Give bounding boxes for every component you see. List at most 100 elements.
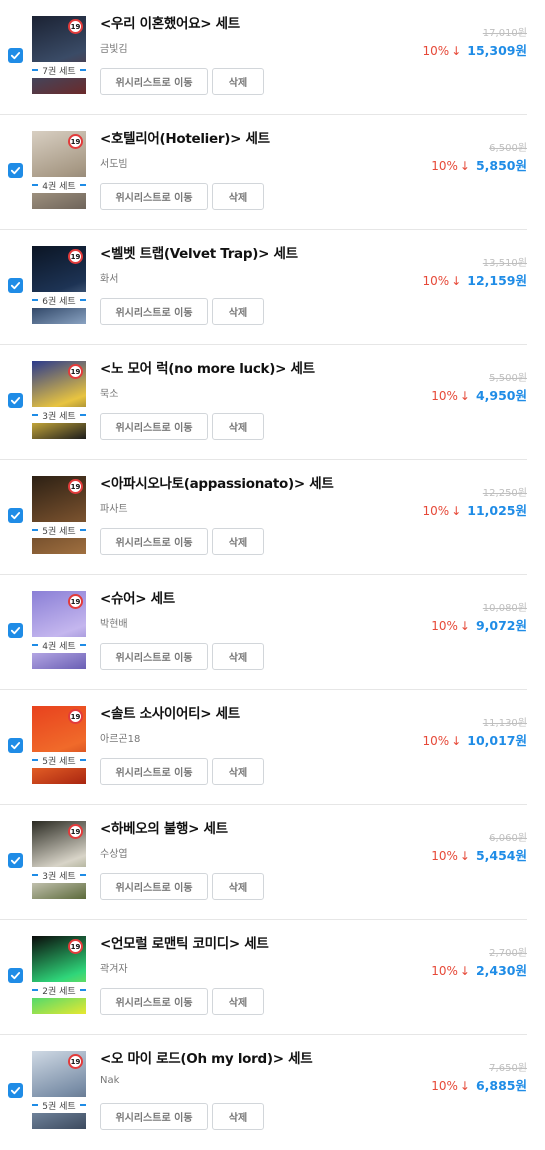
volume-count-badge: 4권 세트	[32, 177, 86, 193]
book-author[interactable]: 곽겨자	[100, 960, 128, 975]
age-19-badge-icon: 19	[68, 939, 83, 954]
sale-price: 11,025원	[467, 503, 527, 518]
move-to-wishlist-button[interactable]: 위시리스트로 이동	[100, 413, 208, 440]
book-author[interactable]: 서도빔	[100, 155, 128, 170]
age-19-badge-icon: 19	[68, 1054, 83, 1069]
sale-price: 5,454원	[475, 848, 527, 863]
book-cover[interactable]: 19 5권 세트	[32, 1051, 86, 1129]
move-to-wishlist-button[interactable]: 위시리스트로 이동	[100, 528, 208, 555]
book-title[interactable]: <솔트 소사이어티> 세트	[100, 702, 240, 722]
item-checkbox[interactable]	[8, 163, 23, 178]
book-cover[interactable]: 19 4권 세트	[32, 131, 86, 209]
sale-price: 6,885원	[475, 1078, 527, 1093]
book-cover[interactable]: 19 3권 세트	[32, 821, 86, 899]
delete-button[interactable]: 삭제	[212, 528, 264, 555]
item-checkbox[interactable]	[8, 1083, 23, 1098]
move-to-wishlist-button[interactable]: 위시리스트로 이동	[100, 298, 208, 325]
volume-count-badge: 6권 세트	[32, 292, 86, 308]
item-checkbox[interactable]	[8, 623, 23, 638]
book-title[interactable]: <아파시오나토(appassionato)> 세트	[100, 472, 334, 492]
book-cover[interactable]: 19 3권 세트	[32, 361, 86, 439]
book-title[interactable]: <슈어> 세트	[100, 587, 175, 607]
book-title[interactable]: <하베오의 불행> 세트	[100, 817, 228, 837]
move-to-wishlist-button[interactable]: 위시리스트로 이동	[100, 68, 208, 95]
book-title[interactable]: <오 마이 로드(Oh my lord)> 세트	[100, 1047, 313, 1067]
original-price: 17,010원	[482, 28, 527, 39]
original-price: 5,500원	[489, 373, 527, 384]
cart-item: 19 2권 세트 <언모럴 로맨틱 코미디> 세트 곽겨자 위시리스트로 이동 …	[0, 920, 527, 1035]
book-author[interactable]: 파사트	[100, 500, 128, 515]
book-title[interactable]: <언모럴 로맨틱 코미디> 세트	[100, 932, 269, 952]
book-author[interactable]: 수상엽	[100, 845, 128, 860]
delete-button[interactable]: 삭제	[212, 298, 264, 325]
move-to-wishlist-button[interactable]: 위시리스트로 이동	[100, 1103, 208, 1130]
book-author[interactable]: Nak	[100, 1075, 119, 1086]
checkmark-icon	[10, 742, 21, 750]
delete-button[interactable]: 삭제	[212, 988, 264, 1015]
book-author[interactable]: 화서	[100, 270, 118, 285]
delete-button[interactable]: 삭제	[212, 643, 264, 670]
cart-item: 19 3권 세트 <하베오의 불행> 세트 수상엽 위시리스트로 이동 삭제 6…	[0, 805, 527, 920]
checkmark-icon	[10, 627, 21, 635]
down-arrow-icon: ↓	[451, 44, 462, 58]
item-checkbox[interactable]	[8, 968, 23, 983]
book-author[interactable]: 아르곤18	[100, 730, 140, 745]
price-row: 10% ↓ 5,454원	[431, 845, 527, 864]
book-cover[interactable]: 19 6권 세트	[32, 246, 86, 324]
book-cover[interactable]: 19 4권 세트	[32, 591, 86, 669]
age-19-badge-icon: 19	[68, 134, 83, 149]
book-author[interactable]: 박현배	[100, 615, 128, 630]
age-19-badge-icon: 19	[68, 364, 83, 379]
book-cover[interactable]: 19 2권 세트	[32, 936, 86, 1014]
book-cover[interactable]: 19 5권 세트	[32, 706, 86, 784]
original-price: 12,250원	[482, 488, 527, 499]
volume-count-badge: 5권 세트	[32, 752, 86, 768]
item-checkbox[interactable]	[8, 48, 23, 63]
age-19-badge-icon: 19	[68, 479, 83, 494]
delete-button[interactable]: 삭제	[212, 873, 264, 900]
book-title[interactable]: <노 모어 럭(no more luck)> 세트	[100, 357, 315, 377]
cart-item: 19 5권 세트 <솔트 소사이어티> 세트 아르곤18 위시리스트로 이동 삭…	[0, 690, 527, 805]
checkmark-icon	[10, 972, 21, 980]
book-author[interactable]: 금빛김	[100, 40, 128, 55]
original-price: 2,700원	[489, 948, 527, 959]
book-title[interactable]: <호텔리어(Hotelier)> 세트	[100, 127, 270, 147]
discount-rate: 10%	[431, 389, 458, 403]
move-to-wishlist-button[interactable]: 위시리스트로 이동	[100, 758, 208, 785]
sale-price: 2,430원	[475, 963, 527, 978]
move-to-wishlist-button[interactable]: 위시리스트로 이동	[100, 183, 208, 210]
book-author[interactable]: 묵소	[100, 385, 118, 400]
delete-button[interactable]: 삭제	[212, 1103, 264, 1130]
price-row: 10% ↓ 9,072원	[431, 615, 527, 634]
delete-button[interactable]: 삭제	[212, 68, 264, 95]
down-arrow-icon: ↓	[451, 504, 462, 518]
item-checkbox[interactable]	[8, 738, 23, 753]
move-to-wishlist-button[interactable]: 위시리스트로 이동	[100, 988, 208, 1015]
sale-price: 12,159원	[467, 273, 527, 288]
down-arrow-icon: ↓	[459, 1079, 470, 1093]
book-cover[interactable]: 19 5권 세트	[32, 476, 86, 554]
checkmark-icon	[10, 282, 21, 290]
book-cover[interactable]: 19 7권 세트	[32, 16, 86, 94]
discount-rate: 10%	[431, 1079, 458, 1093]
original-price: 10,080원	[482, 603, 527, 614]
original-price: 13,510원	[482, 258, 527, 269]
price-row: 10% ↓ 15,309원	[423, 40, 527, 59]
book-title[interactable]: <벨벳 트랩(Velvet Trap)> 세트	[100, 242, 298, 262]
volume-count-badge: 4권 세트	[32, 637, 86, 653]
delete-button[interactable]: 삭제	[212, 183, 264, 210]
original-price: 11,130원	[482, 718, 527, 729]
item-checkbox[interactable]	[8, 278, 23, 293]
original-price: 6,060원	[489, 833, 527, 844]
delete-button[interactable]: 삭제	[212, 758, 264, 785]
age-19-badge-icon: 19	[68, 824, 83, 839]
move-to-wishlist-button[interactable]: 위시리스트로 이동	[100, 643, 208, 670]
delete-button[interactable]: 삭제	[212, 413, 264, 440]
item-checkbox[interactable]	[8, 393, 23, 408]
discount-rate: 10%	[431, 964, 458, 978]
item-checkbox[interactable]	[8, 508, 23, 523]
cart-item: 19 4권 세트 <호텔리어(Hotelier)> 세트 서도빔 위시리스트로 …	[0, 115, 527, 230]
move-to-wishlist-button[interactable]: 위시리스트로 이동	[100, 873, 208, 900]
book-title[interactable]: <우리 이혼했어요> 세트	[100, 12, 240, 32]
item-checkbox[interactable]	[8, 853, 23, 868]
